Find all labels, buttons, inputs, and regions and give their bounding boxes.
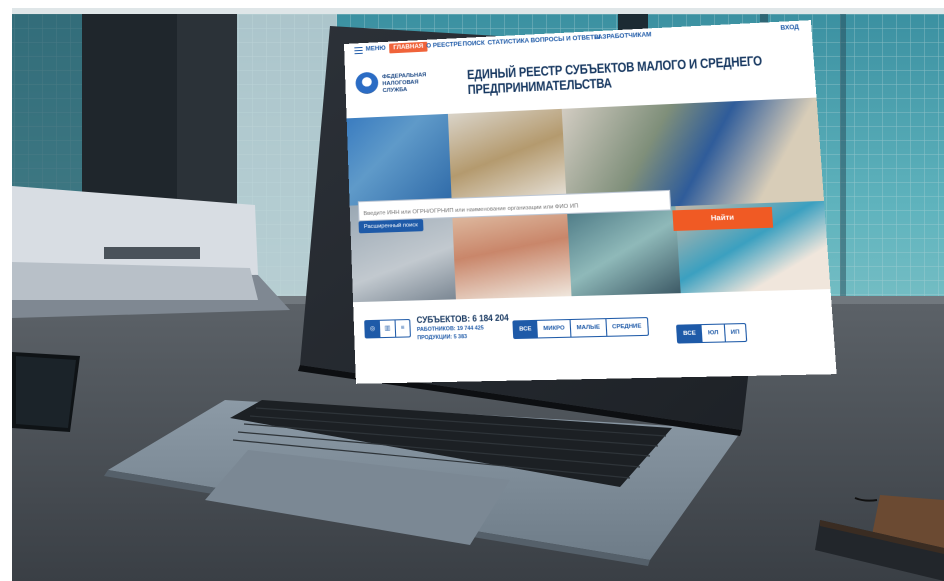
advanced-search-button[interactable]: Расширенный поиск [358, 219, 424, 234]
photo-workshop [567, 206, 681, 297]
org-name: ФЕДЕРАЛЬНАЯ НАЛОГОВАЯ СЛУЖБА [382, 71, 445, 95]
globe-icon[interactable]: ◎ [365, 320, 381, 338]
stats-bar: ◎ ▥ ≡ СУБЪЕКТОВ: 6 184 204 РАБОТНИКОВ: 1… [353, 289, 837, 384]
nav-about[interactable]: О РЕЕСТРЕ [426, 42, 462, 50]
nav-login[interactable]: ВХОД [780, 25, 799, 32]
subjects-count: СУБЪЕКТОВ: 6 184 204 [416, 312, 509, 325]
nav-stats[interactable]: СТАТИСТИКА [487, 39, 529, 47]
page-title: ЕДИНЫЙ РЕЕСТР СУБЪЕКТОВ МАЛОГО И СРЕДНЕГ… [467, 49, 837, 97]
workers-count: РАБОТНИКОВ: 19 744 425 [416, 325, 484, 334]
type-filter[interactable]: ВСЕ ЮЛ ИП [676, 322, 747, 344]
hero-photo-collage: Расширенный поиск Найти [346, 97, 831, 303]
type-filter-all[interactable]: ВСЕ [677, 325, 704, 343]
fns-logo [355, 71, 379, 95]
size-filter-micro[interactable]: МИКРО [537, 320, 572, 338]
view-toggle[interactable]: ◎ ▥ ≡ [364, 318, 411, 339]
nav-main[interactable]: ГЛАВНАЯ [389, 41, 428, 54]
menu-icon[interactable] [354, 46, 363, 55]
nav-menu[interactable]: МЕНЮ [366, 46, 386, 53]
stats-summary: СУБЪЕКТОВ: 6 184 204 РАБОТНИКОВ: 19 744 … [416, 312, 526, 341]
org-name-line2: НАЛОГОВАЯ СЛУЖБА [382, 79, 419, 95]
products-count: ПРОДУКЦИИ: 5 383 [417, 333, 468, 342]
find-button[interactable]: Найти [672, 206, 774, 231]
type-filter-ip[interactable]: ИП [725, 324, 746, 341]
size-filter[interactable]: ВСЕ МИКРО МАЛЫЕ СРЕДНИЕ [512, 317, 649, 340]
nav-search[interactable]: ПОИСК [462, 41, 484, 48]
nav-developers[interactable]: РАЗРАБОТЧИКАМ [594, 32, 652, 41]
nav-faq[interactable]: ВОПРОСЫ И ОТВЕТЫ [531, 35, 601, 44]
laptop-screen: МЕНЮ ГЛАВНАЯ О РЕЕСТРЕ ПОИСК СТАТИСТИКА … [344, 20, 837, 384]
list-icon[interactable]: ≡ [395, 320, 410, 337]
chart-icon[interactable]: ▥ [380, 320, 396, 338]
size-filter-all[interactable]: ВСЕ [513, 320, 539, 339]
photo-bakery [447, 108, 567, 202]
size-filter-medium[interactable]: СРЕДНИЕ [606, 318, 647, 336]
type-filter-ul[interactable]: ЮЛ [701, 324, 726, 342]
size-filter-small[interactable]: МАЛЫЕ [570, 319, 608, 337]
photo-workers-blue [346, 113, 452, 206]
photo-scene: МЕНЮ ГЛАВНАЯ О РЕЕСТРЕ ПОИСК СТАТИСТИКА … [0, 0, 944, 581]
